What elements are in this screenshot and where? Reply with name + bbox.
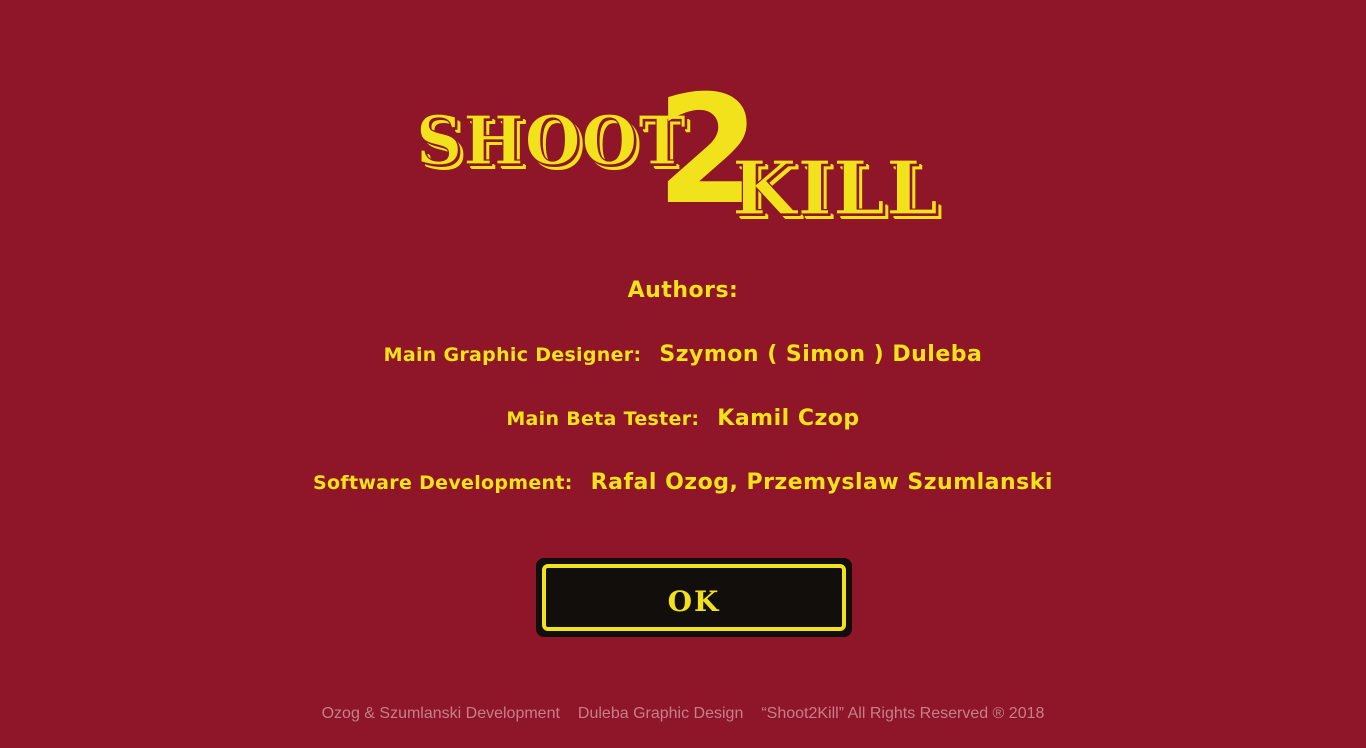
credit-name: Szymon ( Simon ) Duleba <box>659 342 983 367</box>
credit-role-label: Main Graphic Designer: <box>383 344 642 366</box>
footer: Ozog & Szumlanski Development Duleba Grap… <box>0 705 1366 723</box>
ok-button[interactable]: OK <box>536 558 852 637</box>
logo-word-shoot: SHOOT <box>415 101 687 181</box>
game-logo: SHOOT 2 KILL <box>410 76 970 250</box>
credit-software-development: Software Development: Rafal Ozog, Przemys… <box>0 470 1366 495</box>
ok-button-label: OK <box>667 585 721 618</box>
authors-heading: Authors: <box>627 278 739 303</box>
footer-designer: Duleba Graphic Design <box>577 705 744 722</box>
logo-word-kill: KILL <box>731 145 939 232</box>
footer-copyright: “Shoot2Kill” All Rights Reserved ® 2018 <box>761 705 1045 722</box>
ok-button-frame: OK <box>542 564 846 631</box>
credit-role-label: Main Beta Tester: <box>506 408 700 430</box>
credit-name: Kamil Czop <box>717 406 860 431</box>
credits-screen: SHOOT 2 KILL Authors: Main Graphic Desig… <box>0 0 1366 748</box>
footer-developer: Ozog & Szumlanski Development <box>321 705 560 722</box>
credit-name: Rafal Ozog, Przemyslaw Szumlanski <box>590 470 1053 495</box>
credit-graphic-designer: Main Graphic Designer: Szymon ( Simon ) D… <box>0 342 1366 367</box>
credit-role-label: Software Development: <box>313 472 573 494</box>
credit-beta-tester: Main Beta Tester: Kamil Czop <box>0 406 1366 431</box>
